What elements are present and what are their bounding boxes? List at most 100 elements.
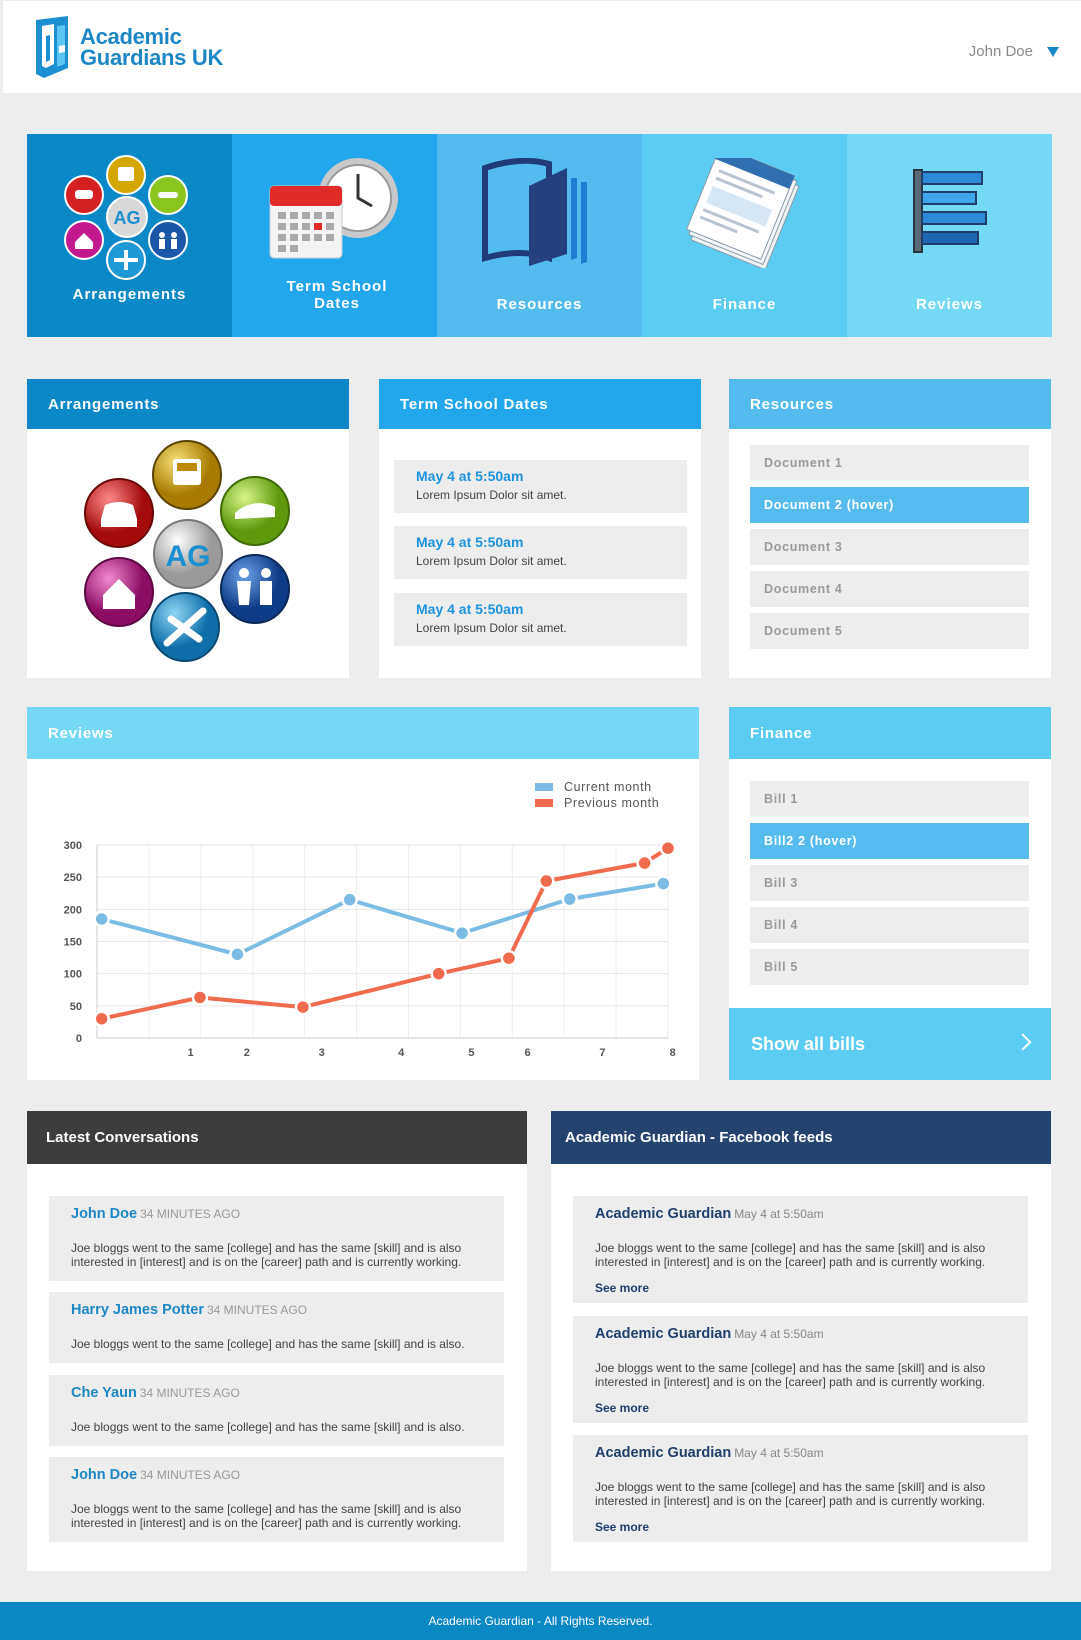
term-dates-card-title: Term School Dates — [379, 379, 701, 429]
see-more-link[interactable]: See more — [595, 1520, 1006, 1534]
x-tick-label: 2 — [244, 1047, 250, 1059]
event-date: May 4 at 5:50am — [416, 534, 524, 550]
user-menu[interactable]: John Doe — [969, 43, 1059, 60]
see-more-link[interactable]: See more — [595, 1281, 1006, 1295]
arrangements-icon: AG — [64, 155, 188, 280]
show-all-bills-button[interactable]: Show all bills — [729, 1008, 1051, 1080]
data-point — [229, 946, 246, 963]
nav-tiles: AG Arrangements Term School Dates Resour… — [27, 134, 1052, 337]
feed-item: Academic Guardian May 4 at 5:50am Joe blo… — [573, 1435, 1028, 1542]
reviews-card-title: Reviews — [27, 707, 699, 759]
caret-down-icon[interactable] — [1047, 46, 1059, 57]
document-link[interactable]: Document 2 (hover) — [750, 487, 1029, 523]
conversation-time: 34 MINUTES AGO — [207, 1303, 308, 1317]
y-tick-label: 150 — [64, 937, 82, 949]
data-point — [636, 854, 653, 872]
conversation-item[interactable]: Harry James Potter 34 MINUTES AGO Joe blo… — [49, 1292, 504, 1363]
finance-card: Finance Bill 1 Bill2 2 (hover) Bill 3 Bi… — [729, 707, 1051, 1008]
feed-item: Academic Guardian May 4 at 5:50am Joe blo… — [573, 1196, 1028, 1303]
y-tick-label: 250 — [64, 872, 82, 884]
top-header: Academic Guardians UK John Doe — [3, 1, 1081, 93]
bill-link[interactable]: Bill 4 — [750, 907, 1029, 943]
legend-swatch — [535, 799, 553, 807]
tile-label-reviews: Reviews — [915, 296, 984, 313]
conversation-author[interactable]: Harry James Potter — [71, 1302, 204, 1318]
conversation-message: Joe bloggs went to the same [college] an… — [71, 1420, 465, 1434]
see-more-link[interactable]: See more — [595, 1401, 1006, 1415]
conversation-author[interactable]: Che Yaun — [71, 1385, 137, 1401]
arrangements-illustration-icon[interactable]: AG — [83, 439, 293, 669]
x-tick-label: 1 — [188, 1047, 194, 1059]
conversation-time: 34 MINUTES AGO — [140, 1468, 241, 1482]
svg-text:AG: AG — [166, 540, 211, 573]
conversation-author[interactable]: John Doe — [71, 1467, 137, 1483]
legend-label: Current month — [564, 780, 652, 794]
x-tick-label: 8 — [670, 1047, 676, 1059]
feed-item: Academic Guardian May 4 at 5:50am Joe blo… — [573, 1316, 1028, 1423]
brand-logo[interactable]: Academic Guardians UK — [32, 16, 223, 78]
legend-label: Previous month — [564, 796, 659, 810]
conversation-item[interactable]: Che Yaun 34 MINUTES AGO Joe bloggs went t… — [49, 1375, 504, 1446]
series-line — [101, 881, 664, 957]
data-point — [191, 989, 209, 1006]
bill-link[interactable]: Bill 3 — [750, 865, 1029, 901]
data-point — [500, 949, 518, 967]
data-point — [430, 965, 447, 982]
event-item[interactable]: May 4 at 5:50am Lorem Ipsum Dolor sit am… — [394, 460, 687, 513]
series-line — [101, 846, 670, 1021]
x-tick-label: 6 — [525, 1047, 531, 1059]
legend-swatch — [535, 783, 553, 791]
term-dates-card: Term School Dates May 4 at 5:50am Lorem … — [379, 379, 701, 678]
y-tick-label: 0 — [76, 1033, 82, 1045]
tile-arrangements[interactable]: AG Arrangements — [27, 134, 232, 337]
calendar-clock-icon — [269, 158, 398, 259]
ag-shield-logo-icon — [36, 16, 68, 78]
conversation-time: 34 MINUTES AGO — [140, 1207, 241, 1221]
document-link[interactable]: Document 4 — [750, 571, 1029, 607]
page-footer: Academic Guardian - All Rights Reserved. — [0, 1602, 1081, 1640]
document-link[interactable]: Document 1 — [750, 445, 1029, 481]
data-point — [659, 839, 677, 857]
tile-term-school-dates[interactable]: Term School Dates — [232, 134, 437, 337]
conversation-time: 34 MINUTES AGO — [139, 1386, 240, 1400]
bill-link[interactable]: Bill2 2 (hover) — [750, 823, 1029, 859]
conversation-message: Joe bloggs went to the same [college] an… — [71, 1337, 465, 1351]
resources-card-title: Resources — [729, 379, 1051, 429]
tile-finance[interactable]: Finance — [642, 134, 847, 337]
tile-label-arrangements: Arrangements — [72, 286, 187, 303]
conversation-item[interactable]: John Doe 34 MINUTES AGO Joe bloggs went t… — [49, 1196, 504, 1281]
bill-link[interactable]: Bill 5 — [750, 949, 1029, 985]
data-point — [453, 924, 471, 942]
chevron-right-icon — [1014, 1033, 1032, 1051]
reviews-card: Reviews 0 50 100 150 200 250 300 1 2 3 4 5 6 7 8 Curren… — [27, 707, 699, 1080]
y-tick-label: 100 — [64, 969, 82, 981]
feed-author[interactable]: Academic Guardian — [595, 1206, 731, 1222]
data-point — [294, 998, 312, 1016]
event-date: May 4 at 5:50am — [416, 468, 524, 484]
tile-resources[interactable]: Resources — [437, 134, 642, 337]
event-item[interactable]: May 4 at 5:50am Lorem Ipsum Dolor sit am… — [394, 593, 687, 646]
event-item[interactable]: May 4 at 5:50am Lorem Ipsum Dolor sit am… — [394, 526, 687, 579]
user-name: John Doe — [968, 43, 1033, 60]
y-tick-label: 300 — [64, 840, 82, 852]
tile-reviews[interactable]: Reviews — [847, 134, 1052, 337]
feed-author[interactable]: Academic Guardian — [595, 1445, 731, 1461]
svg-text:AG: AG — [114, 208, 141, 228]
event-date: May 4 at 5:50am — [416, 601, 524, 617]
y-tick-label: 50 — [70, 1001, 82, 1013]
conversations-card-title: Latest Conversations — [27, 1111, 527, 1164]
tile-label-finance: Finance — [712, 296, 777, 313]
feed-author[interactable]: Academic Guardian — [595, 1326, 731, 1342]
conversation-author[interactable]: John Doe — [71, 1206, 137, 1222]
feed-message: Joe bloggs went to the same [college] an… — [595, 1480, 986, 1508]
feed-message: Joe bloggs went to the same [college] an… — [595, 1241, 986, 1269]
bill-link[interactable]: Bill 1 — [750, 781, 1029, 817]
x-tick-label: 5 — [468, 1047, 474, 1059]
conversation-item[interactable]: John Doe 34 MINUTES AGO Joe bloggs went t… — [49, 1457, 504, 1542]
document-link[interactable]: Document 3 — [750, 529, 1029, 565]
document-link[interactable]: Document 5 — [750, 613, 1029, 649]
finance-card-title: Finance — [729, 707, 1051, 759]
data-point — [93, 910, 110, 928]
y-tick-label: 200 — [64, 904, 82, 916]
arrangements-card-title: Arrangements — [27, 379, 349, 429]
